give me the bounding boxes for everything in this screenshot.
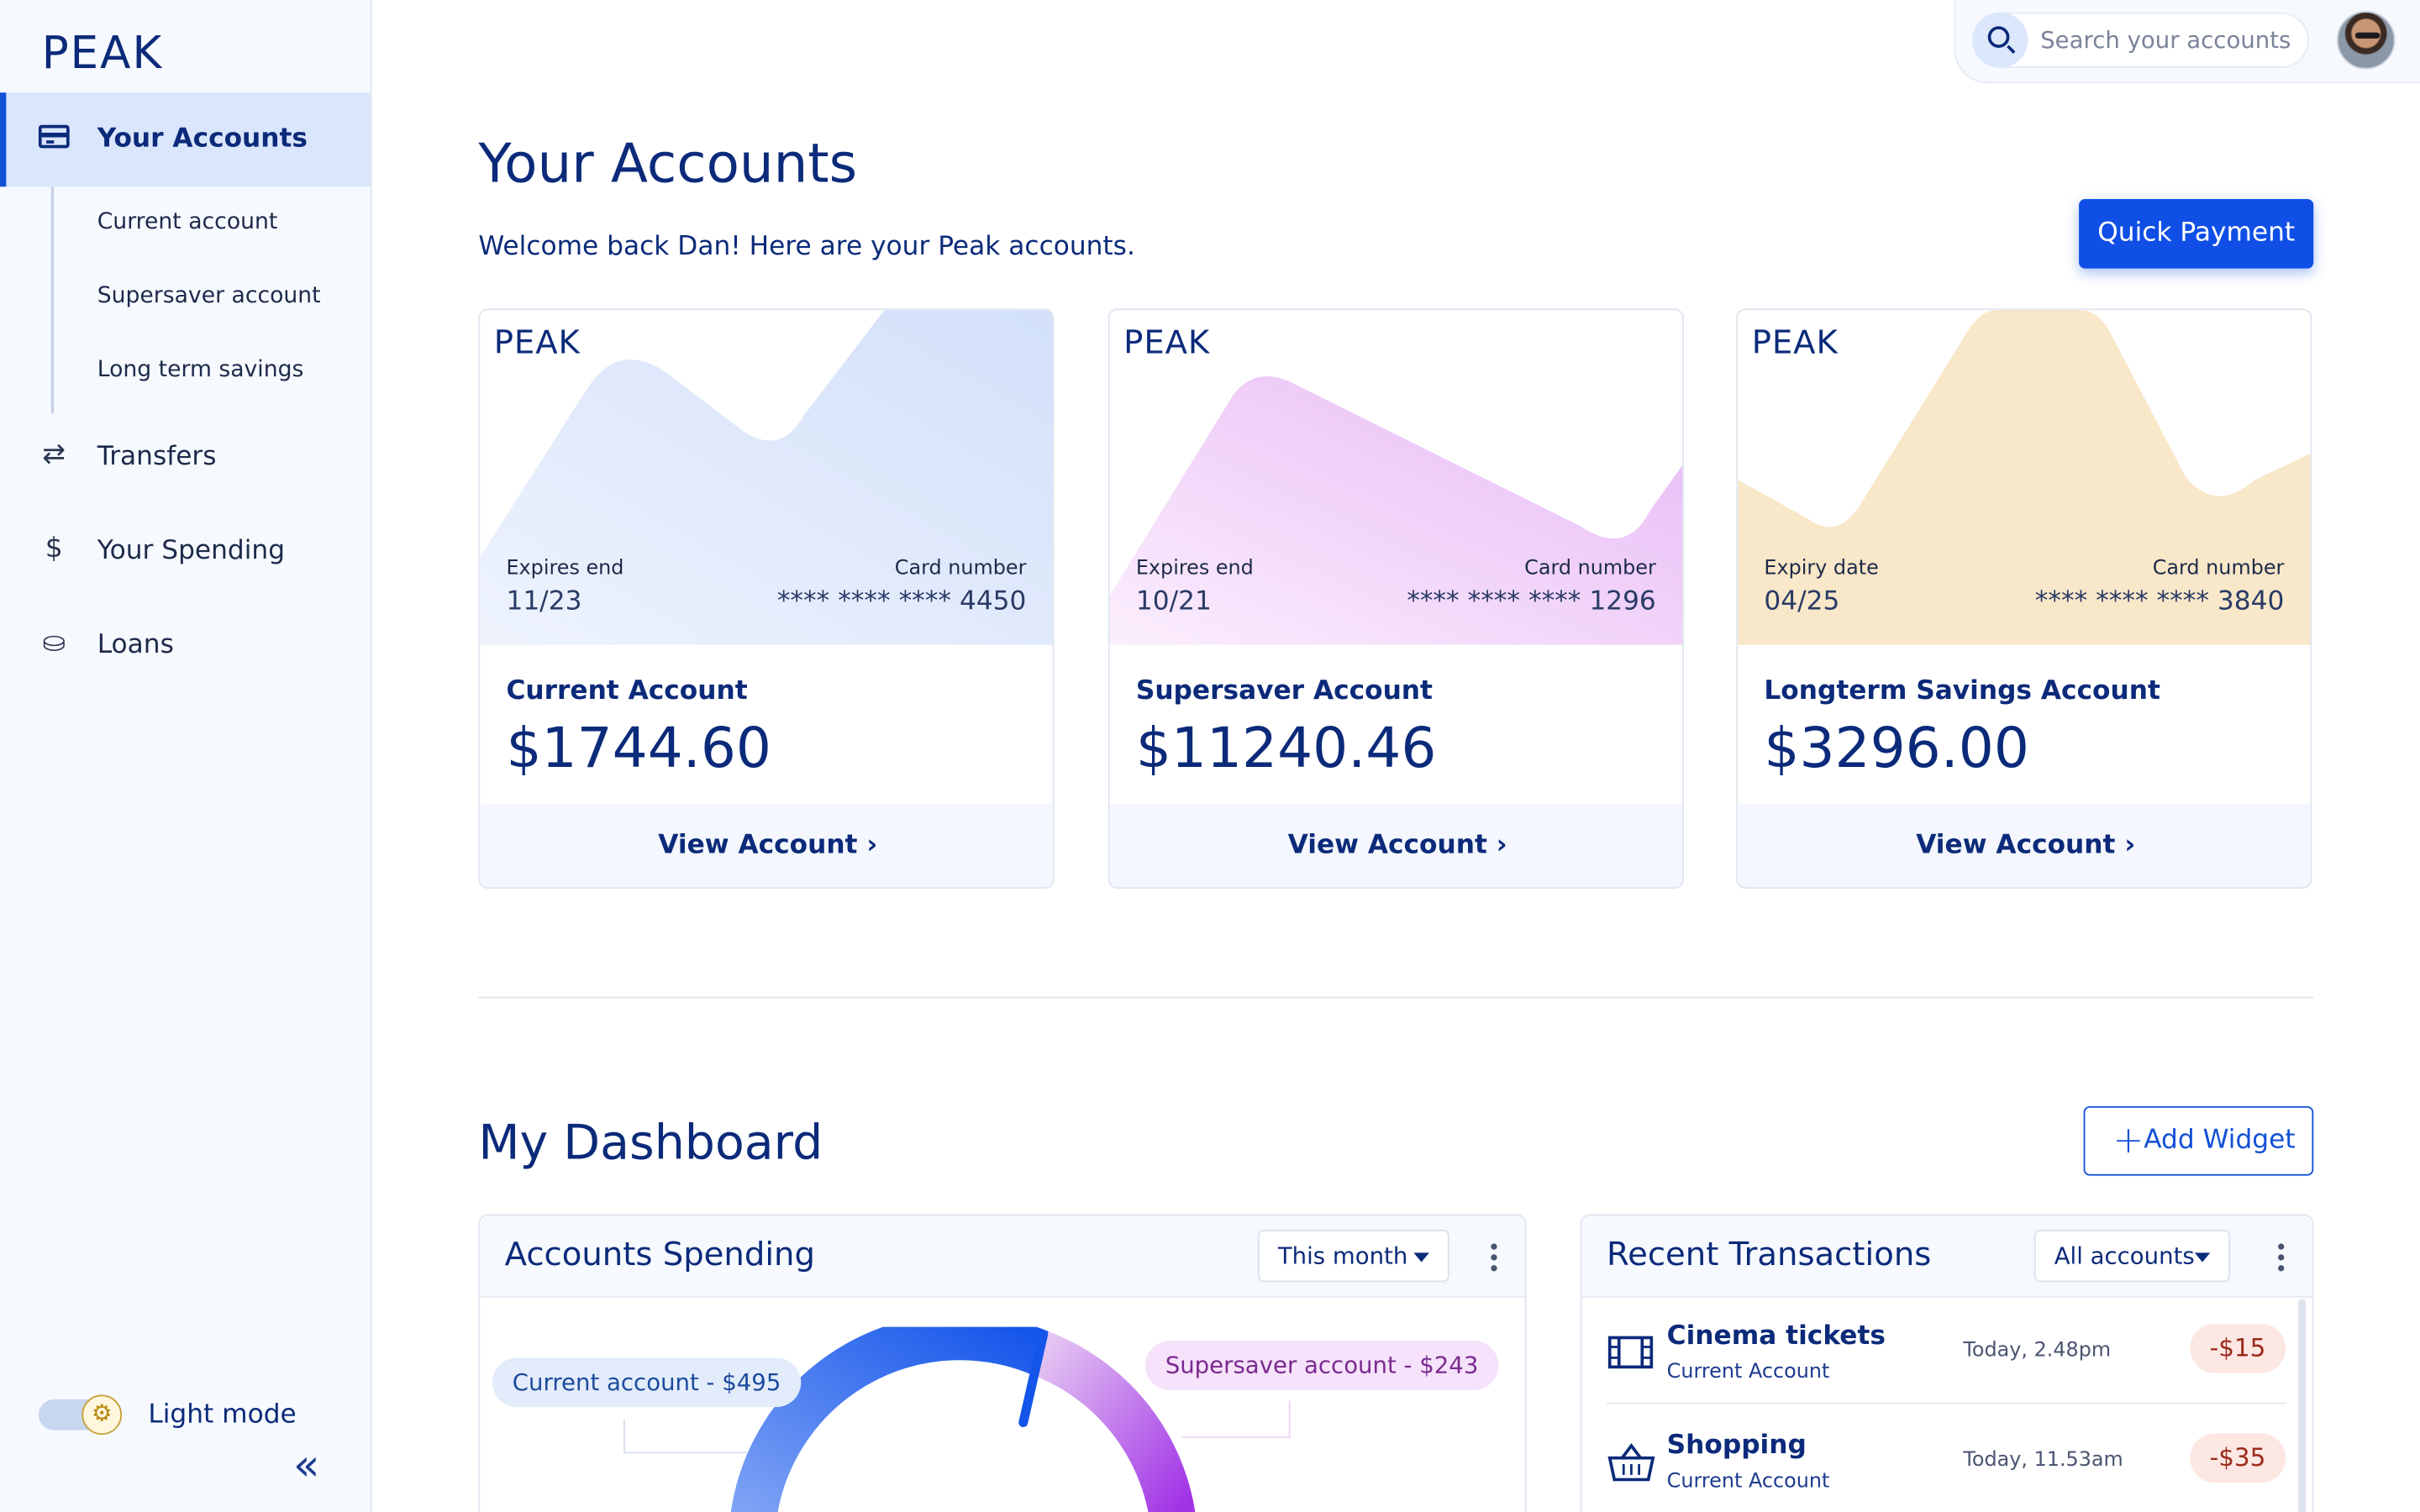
supersaver-leader-line bbox=[1181, 1400, 1291, 1438]
welcome-message: Welcome back Dan! Here are your Peak acc… bbox=[478, 231, 1135, 263]
period-dropdown[interactable]: This month bbox=[1257, 1229, 1449, 1283]
widget-title: Recent Transactions bbox=[1607, 1236, 1932, 1273]
card-number-label: Card number bbox=[2152, 557, 2285, 580]
spending-donut-chart bbox=[730, 1326, 1196, 1512]
search-icon[interactable] bbox=[1972, 12, 2028, 68]
supersaver-account-spending-label: Supersaver account - $243 bbox=[1144, 1341, 1499, 1390]
account-name: Current Account bbox=[506, 675, 748, 707]
card-expiry-label: Expiry date bbox=[1764, 557, 1879, 580]
sidebar-item-transfers[interactable]: ⇄ Transfers bbox=[37, 435, 361, 481]
accounts-filter-dropdown[interactable]: All accounts bbox=[2033, 1229, 2231, 1283]
caret-down-icon bbox=[2194, 1252, 2211, 1263]
transaction-amount: -$15 bbox=[2189, 1323, 2286, 1373]
gear-icon: ⚙ bbox=[82, 1394, 123, 1436]
card-expiry: 10/21 bbox=[1135, 585, 1212, 617]
sidebar-item-label: Your Spending bbox=[97, 535, 286, 567]
account-card-longterm[interactable]: PEAK Expiry date 04/25 Card number **** … bbox=[1736, 308, 2312, 889]
view-account-button[interactable]: View Account › bbox=[480, 830, 1052, 861]
card-expiry: 04/25 bbox=[1764, 585, 1840, 617]
card-brand: PEAK bbox=[1123, 323, 1211, 361]
transaction-row[interactable]: Cinema tickets Current Account Today, 2.… bbox=[1607, 1320, 2286, 1413]
transfer-arrows-icon: ⇄ bbox=[42, 438, 66, 471]
view-account-button[interactable]: View Account › bbox=[1738, 830, 2310, 861]
hand-coin-icon: ⛀ bbox=[42, 626, 66, 659]
app-logo[interactable]: PEAK bbox=[42, 26, 163, 78]
sidebar-subitem-current-account[interactable]: Current account bbox=[97, 210, 278, 234]
current-leader-line bbox=[623, 1419, 747, 1454]
caret-down-icon bbox=[1413, 1252, 1429, 1263]
sidebar-item-label: Transfers bbox=[97, 441, 217, 473]
sidebar-item-your-accounts[interactable]: Your Accounts bbox=[0, 92, 371, 187]
submenu-line bbox=[50, 186, 55, 414]
sidebar-item-your-spending[interactable]: $ Your Spending bbox=[37, 529, 361, 575]
transaction-time: Today, 2.48pm bbox=[1963, 1339, 2112, 1362]
user-avatar[interactable] bbox=[2336, 10, 2396, 70]
card-number: **** **** **** 1296 bbox=[1407, 585, 1656, 617]
sidebar-subitem-supersaver-account[interactable]: Supersaver account bbox=[97, 284, 321, 308]
transaction-account: Current Account bbox=[1666, 1361, 1830, 1384]
double-chevron-left-icon[interactable]: « bbox=[293, 1443, 319, 1487]
basket-icon bbox=[1607, 1442, 1655, 1482]
transaction-title: Shopping bbox=[1666, 1430, 1807, 1462]
more-options-icon[interactable] bbox=[2278, 1243, 2285, 1272]
current-account-spending-label: Current account - $495 bbox=[492, 1357, 802, 1408]
transaction-account: Current Account bbox=[1666, 1470, 1830, 1494]
account-name: Supersaver Account bbox=[1135, 675, 1433, 707]
widget-title: Accounts Spending bbox=[504, 1236, 815, 1273]
transaction-row[interactable]: Shopping Current Account Today, 11.53am … bbox=[1607, 1431, 2286, 1512]
account-balance: $3296.00 bbox=[1764, 717, 2029, 781]
page-title: Your Accounts bbox=[478, 134, 858, 197]
sidebar-item-label: Your Accounts bbox=[97, 123, 308, 155]
light-mode-toggle[interactable]: ⚙ bbox=[38, 1394, 123, 1436]
transaction-title: Cinema tickets bbox=[1666, 1320, 1886, 1352]
card-brand: PEAK bbox=[493, 323, 581, 361]
transaction-time: Today, 11.53am bbox=[1963, 1448, 2123, 1473]
account-name: Longterm Savings Account bbox=[1764, 675, 2160, 707]
transaction-amount: -$35 bbox=[2189, 1433, 2286, 1483]
film-icon bbox=[1607, 1336, 1654, 1369]
sidebar-item-loans[interactable]: ⛀ Loans bbox=[37, 623, 361, 669]
light-mode-label: Light mode bbox=[148, 1399, 297, 1431]
sidebar-item-label: Loans bbox=[97, 629, 174, 661]
card-expiry: 11/23 bbox=[506, 585, 582, 617]
card-number: **** **** **** 3840 bbox=[2034, 585, 2285, 617]
dashboard-title: My Dashboard bbox=[478, 1115, 823, 1172]
account-card-current[interactable]: PEAK Expires end 11/23 Card number **** … bbox=[478, 308, 1055, 889]
quick-payment-button[interactable]: Quick Payment bbox=[2079, 198, 2314, 269]
account-card-supersaver[interactable]: PEAK Expires end 10/21 Card number **** … bbox=[1107, 308, 1684, 889]
card-brand: PEAK bbox=[1751, 323, 1839, 361]
add-widget-button[interactable]: + Add Widget bbox=[2083, 1105, 2314, 1176]
card-number: **** **** **** 4450 bbox=[776, 585, 1027, 617]
sidebar-subitem-long-term-savings[interactable]: Long term savings bbox=[97, 358, 304, 382]
search-placeholder[interactable]: Search your accounts bbox=[2040, 26, 2291, 54]
account-balance: $1744.60 bbox=[506, 717, 771, 781]
account-balance: $11240.46 bbox=[1135, 717, 1437, 781]
section-divider bbox=[478, 996, 2314, 999]
card-number-label: Card number bbox=[894, 557, 1027, 580]
card-expiry-label: Expires end bbox=[1135, 557, 1254, 580]
card-expiry-label: Expires end bbox=[506, 557, 624, 580]
view-account-button[interactable]: View Account › bbox=[1110, 830, 1682, 861]
dollar-icon: $ bbox=[45, 532, 63, 565]
row-divider bbox=[1607, 1402, 2286, 1404]
plus-icon: + bbox=[2112, 1118, 2144, 1163]
scrollbar[interactable] bbox=[2297, 1299, 2307, 1512]
more-options-icon[interactable] bbox=[1491, 1243, 1497, 1272]
credit-card-icon bbox=[38, 124, 70, 149]
card-number-label: Card number bbox=[1524, 557, 1656, 580]
sidebar: PEAK Your Accounts Current account Super… bbox=[0, 0, 372, 1512]
